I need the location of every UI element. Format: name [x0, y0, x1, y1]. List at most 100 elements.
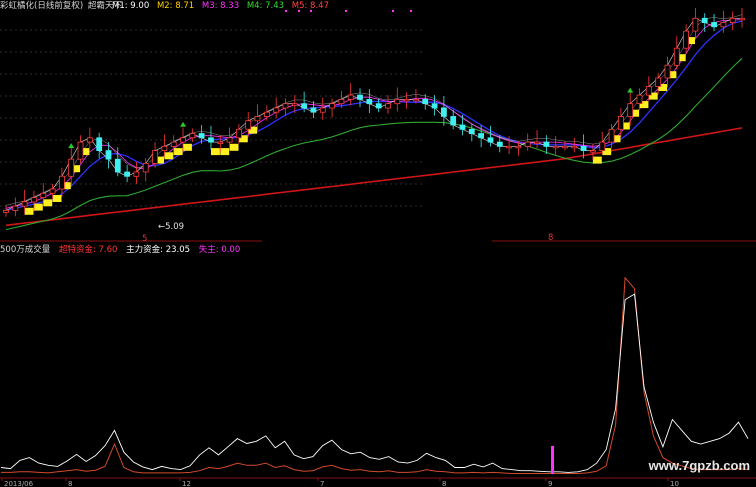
- candle-body: [496, 141, 503, 147]
- candle-body: [208, 137, 214, 143]
- candle-body: [673, 47, 680, 66]
- candle-body: [711, 22, 717, 28]
- candle-body: [468, 128, 475, 135]
- yellow-band-step: [183, 143, 192, 151]
- candle-body: [692, 17, 699, 32]
- candle-body: [543, 141, 550, 147]
- yellow-band-step: [43, 199, 53, 207]
- ma-legend-m1: M1: 9.00: [112, 1, 150, 11]
- candle-body: [282, 103, 289, 109]
- candle-body: [385, 103, 391, 109]
- yellow-band-step: [592, 156, 602, 164]
- candle-body: [226, 137, 233, 143]
- candle-body: [301, 103, 308, 109]
- candle-body: [394, 99, 401, 105]
- stock-title: 彩虹橘化(日线前复权): [0, 1, 84, 11]
- candle-body: [152, 150, 159, 164]
- candle-body: [618, 116, 624, 130]
- top-marker-icon: [345, 10, 347, 12]
- candle-body: [273, 107, 280, 113]
- candle-body: [124, 171, 130, 177]
- candle-body: [329, 103, 336, 109]
- candle-body: [515, 145, 522, 149]
- yellow-band-step: [211, 148, 220, 156]
- flow-legend-main: 主力资金: 23.05: [126, 245, 191, 255]
- flow-legend-super: 超特资金: 7.60: [58, 245, 118, 255]
- candle-body: [459, 124, 466, 130]
- candle-body: [431, 103, 438, 109]
- price-grid: [0, 29, 756, 242]
- candle-body: [440, 107, 447, 117]
- candle-body: [217, 141, 224, 145]
- candle-body: [170, 141, 177, 147]
- long-ma-line: [5, 127, 743, 227]
- yellow-band-step: [33, 203, 43, 211]
- price-moving-averages: [5, 14, 743, 231]
- candle-body: [608, 128, 615, 143]
- buy-signal-icon: [627, 87, 634, 93]
- loss-bar: [551, 446, 554, 474]
- candle-body: [580, 145, 587, 152]
- candle-body: [655, 77, 662, 87]
- candle-body: [254, 116, 261, 122]
- candle-body: [12, 205, 19, 211]
- x-tick-label: 9: [548, 480, 552, 487]
- candle-body: [59, 175, 65, 190]
- candle-body: [422, 99, 429, 105]
- candle-body: [189, 133, 196, 139]
- yellow-band-step: [164, 152, 174, 160]
- candle-body: [478, 133, 485, 139]
- candle-body: [590, 150, 596, 153]
- candle-body: [739, 17, 745, 21]
- candle-body: [403, 99, 410, 102]
- candle-body: [245, 120, 252, 130]
- candle-body: [105, 150, 112, 160]
- candle-body: [30, 197, 37, 203]
- candle-body: [664, 64, 671, 79]
- candle-body: [68, 158, 75, 177]
- main-capital-line: [0, 293, 749, 473]
- x-tick-label: 2013/06: [4, 480, 34, 487]
- candle-body: [40, 192, 47, 199]
- candle-body: [599, 141, 606, 152]
- yellow-band: [24, 37, 695, 215]
- ma-legend-m3: M3: 8.33: [201, 1, 240, 11]
- candle-body: [524, 141, 531, 147]
- candle-body: [49, 188, 56, 194]
- candle-body: [180, 137, 186, 143]
- x-tick-label: 7: [320, 480, 324, 487]
- candle-body: [96, 137, 103, 152]
- marker-right: 8: [548, 233, 554, 243]
- candle-body: [627, 103, 634, 117]
- candle-body: [720, 22, 727, 28]
- candle-body: [506, 145, 513, 149]
- marker-top: 5: [142, 234, 148, 244]
- x-tick-label: 8: [442, 480, 446, 487]
- candle-body: [86, 137, 93, 143]
- capital-flow-lines: [0, 276, 749, 474]
- top-marker-icon: [392, 10, 394, 12]
- buy-signal-icon: [68, 143, 75, 149]
- yellow-band-step: [229, 143, 239, 151]
- candle-body: [133, 171, 140, 177]
- chart-title: 彩虹橘化(日线前复权) 超霸天下: [0, 1, 122, 12]
- ma-legend-m2: M2: 8.71: [156, 1, 195, 11]
- low-annotation: ←5.09: [158, 222, 185, 232]
- candle-body: [534, 141, 540, 145]
- candle-body: [683, 30, 689, 49]
- stock-chart: 2013/06 8 12 7 8 9 10: [0, 8, 756, 487]
- x-axis: 2013/06 8 12 7 8 9 10: [0, 477, 756, 487]
- candle-body: [552, 145, 559, 149]
- candle-body: [142, 162, 149, 173]
- buy-signal-icon: [180, 121, 187, 127]
- yellow-band-step: [220, 148, 230, 156]
- flow-title: 500万成交量: [0, 245, 51, 255]
- candle-body: [235, 128, 242, 139]
- flow-legend-loss: 失主: 0.00: [198, 245, 241, 255]
- yellow-band-step: [52, 195, 62, 202]
- candle-body: [161, 145, 168, 152]
- candle-body: [729, 17, 736, 23]
- x-tick-label: 8: [68, 480, 72, 487]
- candle-body: [487, 137, 494, 143]
- candle-body: [562, 145, 568, 149]
